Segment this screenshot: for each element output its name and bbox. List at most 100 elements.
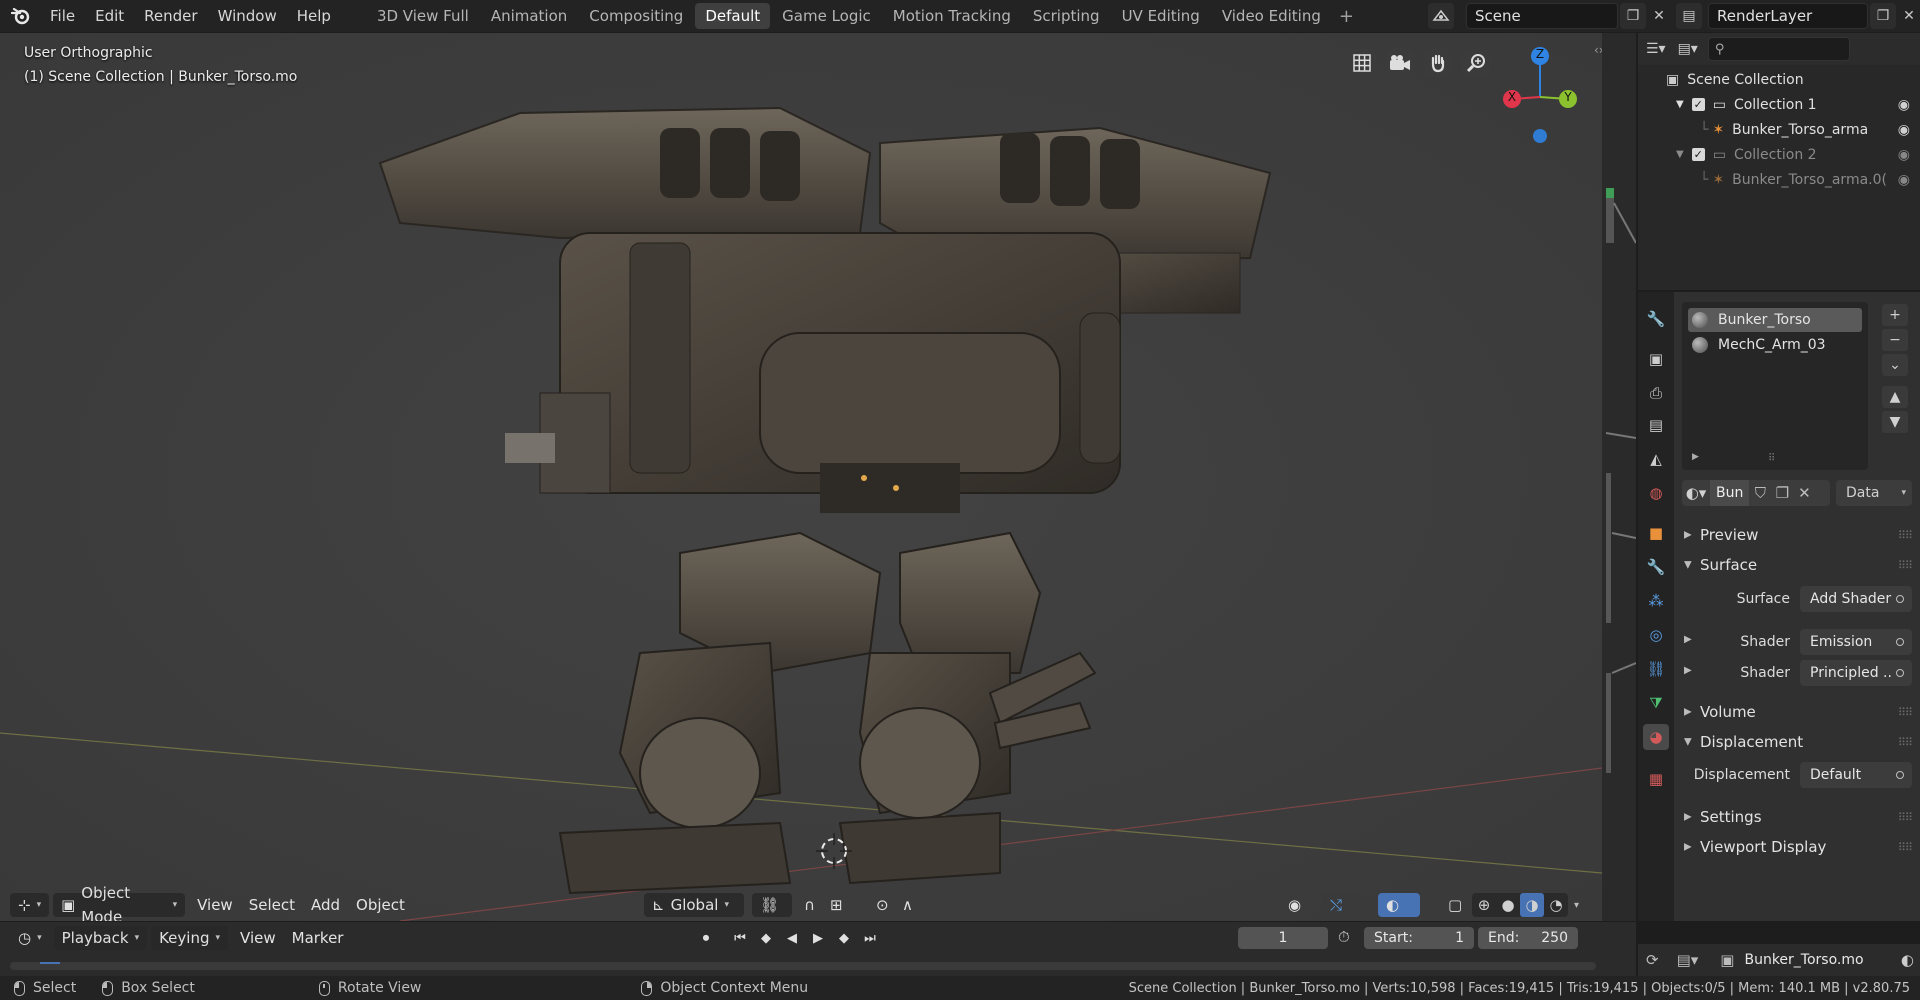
menu-file[interactable]: File: [40, 0, 85, 32]
tool-tab-icon[interactable]: 🔧: [1643, 306, 1669, 332]
pivot-point-button[interactable]: ⛓: [752, 893, 792, 917]
drag-grip-icon[interactable]: ⠿⠿: [1898, 559, 1913, 572]
include-checkbox[interactable]: ✓: [1691, 148, 1705, 161]
menu-add[interactable]: Add: [303, 893, 348, 917]
scene-name-field[interactable]: Scene: [1466, 3, 1618, 29]
menu-window[interactable]: Window: [208, 0, 287, 32]
add-slot-button[interactable]: +: [1882, 304, 1908, 326]
eye-icon[interactable]: ◉: [1898, 122, 1910, 138]
new-layer-icon[interactable]: ❐: [1870, 3, 1896, 29]
menu-object[interactable]: Object: [348, 893, 413, 917]
shading-options-chevron-icon[interactable]: ▾: [1574, 900, 1579, 911]
eye-icon[interactable]: ◉: [1898, 172, 1910, 188]
resize-grip-icon[interactable]: ⠿: [1768, 453, 1775, 464]
falloff-button[interactable]: ∧: [894, 893, 934, 917]
prev-keyframe-icon[interactable]: ◆: [756, 928, 776, 948]
visibility-button[interactable]: ◉: [1280, 893, 1318, 917]
outliner-search-input[interactable]: ⚲: [1707, 37, 1850, 61]
world-tab-icon[interactable]: ◍: [1643, 480, 1669, 506]
view-layer-tab-icon[interactable]: ▤: [1643, 412, 1669, 438]
output-tab-icon[interactable]: ⎙: [1643, 380, 1669, 406]
tab-animation[interactable]: Animation: [481, 3, 577, 29]
expand-triangle-icon[interactable]: ▶: [1692, 452, 1699, 462]
editor-type-button[interactable]: ◷ ▾: [10, 926, 50, 950]
collapse-region-icon[interactable]: ‹›: [1594, 43, 1602, 63]
shader-2-field[interactable]: Principled ..: [1800, 660, 1912, 686]
tab-motion-tracking[interactable]: Motion Tracking: [883, 3, 1021, 29]
blender-logo-icon[interactable]: [8, 5, 34, 27]
editor-type-icon[interactable]: ▤▾: [1677, 951, 1699, 969]
jump-end-icon[interactable]: ⏭: [860, 928, 880, 948]
jump-start-icon[interactable]: ⏮: [730, 928, 750, 948]
tab-video-editing[interactable]: Video Editing: [1212, 3, 1331, 29]
xray-toggle[interactable]: ▢: [1440, 893, 1462, 917]
panel-displacement[interactable]: ▼ Displacement ⠿⠿: [1674, 727, 1920, 757]
expand-triangle-icon[interactable]: ▼: [1676, 99, 1684, 110]
object-tab-icon[interactable]: ■: [1643, 520, 1669, 546]
new-scene-icon[interactable]: ❐: [1620, 3, 1646, 29]
add-workspace-button[interactable]: +: [1333, 6, 1360, 27]
solid-shading-icon[interactable]: ●: [1496, 893, 1520, 917]
panel-preview[interactable]: ▶ Preview ⠿⠿: [1674, 520, 1920, 550]
render-layer-icon[interactable]: ▤: [1676, 3, 1702, 29]
slot-specials-button[interactable]: ⌄: [1882, 354, 1908, 376]
toggle-grid-icon[interactable]: [1346, 47, 1378, 79]
drag-grip-icon[interactable]: ⠿⠿: [1898, 529, 1913, 542]
duplicate-material-icon[interactable]: ❐: [1771, 484, 1793, 502]
fake-user-shield-icon[interactable]: ⛉: [1749, 484, 1771, 502]
material-slot-mechc-arm[interactable]: MechC_Arm_03: [1688, 333, 1862, 357]
outliner-row-collection-1[interactable]: ▼ ✓ ▭ Collection 1 ◉: [1638, 92, 1920, 117]
expand-triangle-icon[interactable]: ▼: [1676, 149, 1684, 160]
rendered-shading-icon[interactable]: ◔: [1544, 893, 1568, 917]
display-mode-icon[interactable]: ▤▾: [1678, 41, 1698, 57]
particles-tab-icon[interactable]: ⁂: [1643, 588, 1669, 614]
remove-slot-button[interactable]: −: [1882, 329, 1908, 351]
render-tab-icon[interactable]: ▣: [1643, 346, 1669, 372]
outliner-editor-icon[interactable]: ☰▾: [1646, 41, 1666, 57]
pan-hand-icon[interactable]: [1422, 47, 1454, 79]
proportional-edit-toggle[interactable]: ⊙: [868, 893, 892, 917]
unlink-material-icon[interactable]: ✕: [1793, 484, 1815, 502]
drag-grip-icon[interactable]: ⠿⠿: [1898, 706, 1913, 719]
snap-element-button[interactable]: ⊞: [822, 893, 862, 917]
expand-triangle-icon[interactable]: ▶: [1684, 665, 1692, 676]
material-shading-icon[interactable]: ◑: [1520, 893, 1544, 917]
gizmo-y-label[interactable]: Y: [1562, 90, 1574, 104]
refresh-icon[interactable]: ⟳: [1646, 951, 1659, 969]
delete-scene-icon[interactable]: ✕: [1646, 3, 1672, 29]
tab-3d-view-full[interactable]: 3D View Full: [367, 3, 479, 29]
drag-grip-icon[interactable]: ⠿⠿: [1898, 841, 1913, 854]
gizmo-toggle[interactable]: ⤭: [1322, 893, 1362, 917]
zoom-icon[interactable]: [1460, 47, 1492, 79]
outliner-row-armature-2[interactable]: └ ✶ Bunker_Torso_arma.0( ◉: [1638, 167, 1920, 192]
texture-tab-icon[interactable]: ▦: [1643, 766, 1669, 792]
data-tab-icon[interactable]: ⧩: [1643, 690, 1669, 716]
tab-scripting[interactable]: Scripting: [1023, 3, 1110, 29]
snap-toggle[interactable]: ∩: [796, 893, 820, 917]
current-frame-field[interactable]: 1: [1238, 927, 1328, 949]
3d-viewport[interactable]: Z X Y User Orthographic (1) Scene Collec…: [0, 33, 1602, 921]
eye-icon[interactable]: ◉: [1898, 97, 1910, 113]
timeline-scrollbar[interactable]: [10, 962, 1596, 970]
material-name-field[interactable]: Bun: [1710, 480, 1750, 506]
tab-compositing[interactable]: Compositing: [579, 3, 693, 29]
stopwatch-icon[interactable]: ⏱: [1338, 928, 1350, 946]
surface-shader-field[interactable]: Add Shader: [1800, 586, 1912, 612]
panel-surface[interactable]: ▼ Surface ⠿⠿: [1674, 550, 1920, 580]
move-up-button[interactable]: ▲: [1882, 386, 1908, 408]
material-slot-bunker-torso[interactable]: Bunker_Torso: [1688, 308, 1862, 332]
play-icon[interactable]: ▶: [808, 928, 828, 948]
gizmo-z-label[interactable]: Z: [1534, 47, 1546, 61]
menu-view[interactable]: View: [232, 926, 284, 950]
next-keyframe-icon[interactable]: ◆: [834, 928, 854, 948]
include-checkbox[interactable]: ✓: [1691, 98, 1705, 111]
menu-view[interactable]: View: [189, 893, 241, 917]
object-mode-dropdown[interactable]: ▣ Object Mode ▾: [53, 884, 186, 921]
displacement-field[interactable]: Default: [1800, 762, 1912, 788]
delete-layer-icon[interactable]: ✕: [1896, 3, 1920, 29]
editor-type-button[interactable]: ⊹ ▾: [10, 893, 50, 917]
link-mode-dropdown[interactable]: Data ▾: [1836, 480, 1912, 506]
menu-help[interactable]: Help: [287, 0, 341, 32]
panel-viewport-display[interactable]: ▶ Viewport Display ⠿⠿: [1674, 832, 1920, 862]
tab-default[interactable]: Default: [695, 3, 771, 29]
